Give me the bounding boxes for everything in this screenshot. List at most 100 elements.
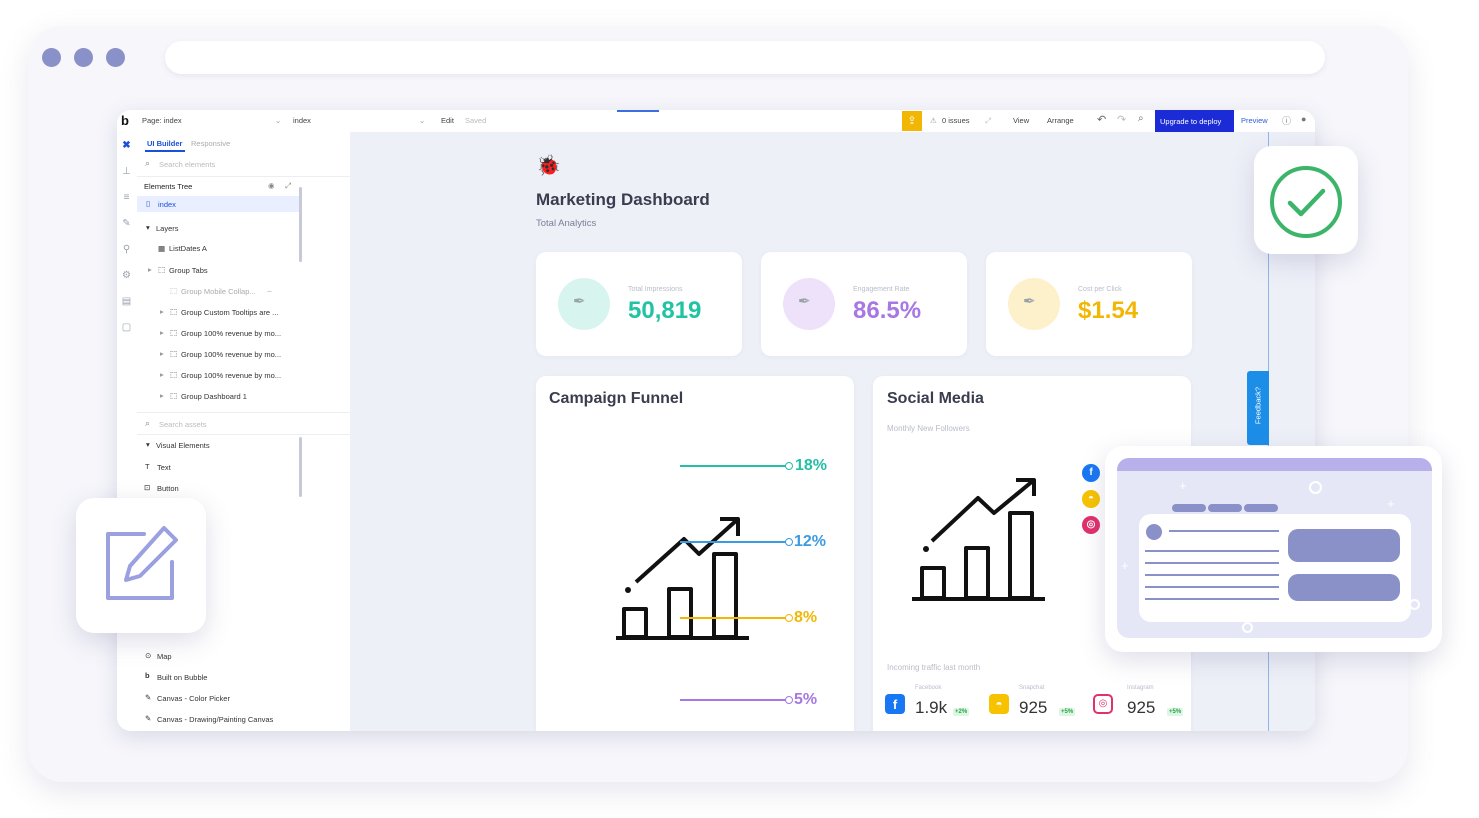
- caret-icon[interactable]: ▸: [160, 349, 164, 358]
- styles-icon[interactable]: ✎: [121, 218, 132, 229]
- data-icon[interactable]: ≡: [121, 192, 132, 203]
- circle-decor: [1409, 599, 1420, 610]
- funnel-level-label: 12%: [794, 533, 827, 550]
- tree-item-index[interactable]: ▯ index: [137, 196, 300, 212]
- search-assets-input[interactable]: Search assets: [159, 420, 207, 429]
- tab-ui-builder[interactable]: UI Builder: [147, 139, 182, 148]
- caret-icon[interactable]: ▸: [160, 370, 164, 379]
- visual-item-button[interactable]: Button: [157, 484, 179, 493]
- divider: [137, 434, 350, 435]
- elements-scrollbar[interactable]: [299, 437, 302, 497]
- logs-icon[interactable]: ▤: [121, 296, 132, 307]
- funnel-marker: [785, 614, 793, 622]
- search-icon[interactable]: ⌕: [1138, 113, 1144, 124]
- illustration-titlebar: [1117, 458, 1432, 471]
- page-value[interactable]: index: [293, 116, 311, 125]
- stat-value: 925: [1019, 698, 1048, 717]
- window-dot-minimize[interactable]: [74, 48, 93, 67]
- caret-icon[interactable]: ▸: [160, 328, 164, 337]
- workflow-icon[interactable]: ⊥: [121, 166, 132, 177]
- snapchat-icon[interactable]: ◓: [1082, 490, 1100, 508]
- arrange-menu[interactable]: Arrange: [1047, 116, 1074, 125]
- address-bar[interactable]: [165, 41, 1325, 74]
- sparkle-icon: +: [1179, 478, 1187, 493]
- caret-icon[interactable]: ▸: [160, 391, 164, 400]
- snapchat-icon: ◓: [989, 694, 1009, 714]
- feather-icon: ✒: [783, 278, 835, 330]
- caret-icon[interactable]: ▸: [160, 307, 164, 316]
- illustration-tab: [1172, 504, 1206, 512]
- tree-item[interactable]: Group Dashboard 1: [181, 392, 247, 401]
- tree-item[interactable]: ListDates A: [169, 244, 207, 253]
- check-circle-icon: [1270, 166, 1342, 238]
- kpi-card-cost-per-click[interactable]: ✒ Cost per Click $1.54: [986, 252, 1192, 356]
- instagram-icon: ◎: [1093, 694, 1113, 714]
- visual-item-built-on-bubble[interactable]: Built on Bubble: [157, 673, 207, 682]
- window-dot-maximize[interactable]: [106, 48, 125, 67]
- tree-item[interactable]: Group Mobile Collap...: [181, 287, 256, 296]
- plugins-icon[interactable]: ⚲: [121, 244, 132, 255]
- funnel-line-4: [680, 699, 788, 701]
- page-selector-label[interactable]: Page: index: [142, 116, 182, 125]
- expand-icon[interactable]: ⤢: [285, 181, 291, 191]
- funnel-line-2: [680, 541, 788, 543]
- illustration-tab: [1244, 504, 1278, 512]
- feather-icon: ✒: [1008, 278, 1060, 330]
- stat-name: Instagram: [1127, 685, 1154, 691]
- hidden-eye-icon[interactable]: ⌣: [267, 286, 272, 296]
- window-dot-close[interactable]: [42, 48, 61, 67]
- tree-item[interactable]: Group 100% revenue by mo...: [181, 350, 281, 359]
- instagram-icon[interactable]: ◎: [1082, 516, 1100, 534]
- help-icon[interactable]: ⓘ: [1282, 114, 1291, 127]
- caret-icon[interactable]: ▸: [148, 265, 152, 274]
- caret-down-icon[interactable]: ▾: [146, 223, 150, 232]
- kpi-card-engagement[interactable]: ✒ Engagement Rate 86.5%: [761, 252, 967, 356]
- repeating-group-icon: ▦: [158, 244, 166, 253]
- edit-card: [76, 498, 206, 633]
- tree-item[interactable]: Group Tabs: [169, 266, 208, 275]
- facebook-icon[interactable]: f: [1082, 464, 1100, 482]
- issues-counter[interactable]: 0 issues: [942, 116, 970, 125]
- visual-item-text[interactable]: Text: [157, 463, 171, 472]
- bubble-logo[interactable]: b: [121, 113, 129, 128]
- visual-item-color-picker[interactable]: Canvas - Color Picker: [157, 694, 230, 703]
- illustration-avatar: [1146, 524, 1162, 540]
- sparkle-icon: +: [1121, 558, 1129, 573]
- funnel-marker: [785, 462, 793, 470]
- visual-item-drawing-canvas[interactable]: Canvas - Drawing/Painting Canvas: [157, 715, 273, 724]
- tree-item[interactable]: Group 100% revenue by mo...: [181, 371, 281, 380]
- tree-item[interactable]: Group 100% revenue by mo...: [181, 329, 281, 338]
- redo-icon[interactable]: ↷: [1117, 113, 1126, 126]
- edit-menu[interactable]: Edit: [441, 116, 454, 125]
- upgrade-icon[interactable]: ⇪: [902, 111, 922, 131]
- undo-icon[interactable]: ↶: [1097, 113, 1106, 126]
- pages-icon[interactable]: ▢: [121, 322, 132, 333]
- visual-elements-label: Visual Elements: [156, 441, 210, 450]
- preview-button[interactable]: Preview: [1241, 116, 1268, 125]
- search-elements-input[interactable]: Search elements: [159, 160, 215, 169]
- view-menu[interactable]: View: [1013, 116, 1029, 125]
- kpi-value: 86.5%: [853, 297, 922, 324]
- feedback-tab[interactable]: Feedback?: [1247, 371, 1269, 445]
- pointer-icon[interactable]: ⤢: [985, 116, 991, 126]
- funnel-level-label: 5%: [794, 691, 818, 708]
- chevron-down-icon[interactable]: ⌄: [275, 116, 281, 125]
- visual-item-map[interactable]: Map: [157, 652, 172, 661]
- group-icon: ⬚: [170, 349, 178, 358]
- chevron-down-icon[interactable]: ⌄: [419, 116, 425, 125]
- eye-icon[interactable]: ◉: [268, 181, 275, 190]
- social-title: Social Media: [887, 390, 984, 407]
- circle-decor: [1242, 622, 1253, 633]
- stat-change: +5%: [1059, 708, 1076, 716]
- design-tool-icon[interactable]: ✖: [121, 140, 132, 151]
- tab-responsive[interactable]: Responsive: [191, 139, 230, 148]
- tree-scrollbar[interactable]: [299, 187, 302, 262]
- kpi-card-impressions[interactable]: ✒ Total Impressions 50,819: [536, 252, 742, 356]
- caret-down-icon[interactable]: ▾: [146, 440, 150, 449]
- tree-item[interactable]: Group Custom Tooltips are ...: [181, 308, 278, 317]
- campaign-funnel-card[interactable]: Campaign Funnel 18% 12% 8% 5%: [536, 376, 854, 731]
- upgrade-to-deploy-button[interactable]: Upgrade to deploy: [1155, 110, 1234, 132]
- account-icon[interactable]: ●: [1301, 114, 1306, 124]
- settings-icon[interactable]: ⚙: [121, 270, 132, 281]
- growth-chart-icon: [912, 478, 1045, 601]
